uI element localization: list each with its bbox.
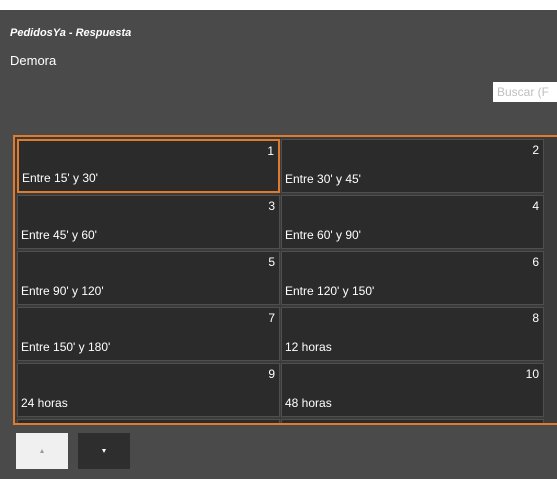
window-title: PedidosYa - Respuesta	[10, 27, 132, 39]
tile-label: Entre 90' y 120'	[21, 284, 104, 298]
tile-number: 2	[532, 143, 539, 157]
scroll-up-button[interactable]	[16, 433, 68, 469]
tile-number: 1	[267, 144, 274, 158]
tile-label: Entre 30' y 45'	[285, 172, 361, 186]
tile-label: 48 horas	[285, 396, 332, 410]
tile-number: 9	[268, 367, 275, 381]
tile-number: 6	[532, 255, 539, 269]
tile-number: 3	[268, 199, 275, 213]
scroll-down-button[interactable]	[78, 433, 130, 469]
option-tile-6[interactable]: 6 Entre 120' y 150'	[281, 251, 544, 305]
tile-number: 5	[268, 255, 275, 269]
option-tile-9[interactable]: 9 24 horas	[17, 363, 280, 417]
option-tile-2[interactable]: 2 Entre 30' y 45'	[281, 139, 544, 193]
option-tile-next-row[interactable]	[281, 419, 544, 423]
tile-number: 10	[525, 367, 539, 381]
tile-label: Entre 45' y 60'	[21, 228, 97, 242]
arrow-up-icon	[40, 449, 44, 453]
tile-label: 24 horas	[21, 396, 68, 410]
option-tile-7[interactable]: 7 Entre 150' y 180'	[17, 307, 280, 361]
tile-number: 4	[532, 199, 539, 213]
tile-label: Entre 60' y 90'	[285, 228, 361, 242]
tile-label: 12 horas	[285, 340, 332, 354]
options-grid: 1 Entre 15' y 30' 2 Entre 30' y 45' 3 En…	[13, 135, 557, 425]
option-tile-3[interactable]: 3 Entre 45' y 60'	[17, 195, 280, 249]
option-tile-8[interactable]: 8 12 horas	[281, 307, 544, 361]
option-tile-4[interactable]: 4 Entre 60' y 90'	[281, 195, 544, 249]
option-tile-next-row[interactable]	[17, 419, 280, 423]
tile-label: Entre 150' y 180'	[21, 340, 111, 354]
tile-label: Entre 120' y 150'	[285, 284, 375, 298]
option-tile-1[interactable]: 1 Entre 15' y 30'	[17, 139, 280, 193]
option-tile-5[interactable]: 5 Entre 90' y 120'	[17, 251, 280, 305]
option-tile-10[interactable]: 10 48 horas	[281, 363, 544, 417]
tile-number: 8	[532, 311, 539, 325]
arrow-down-icon	[102, 449, 106, 453]
tile-label: Entre 15' y 30'	[22, 171, 98, 185]
page-subtitle: Demora	[10, 53, 57, 68]
tile-number: 7	[268, 311, 275, 325]
search-input[interactable]	[493, 82, 557, 102]
